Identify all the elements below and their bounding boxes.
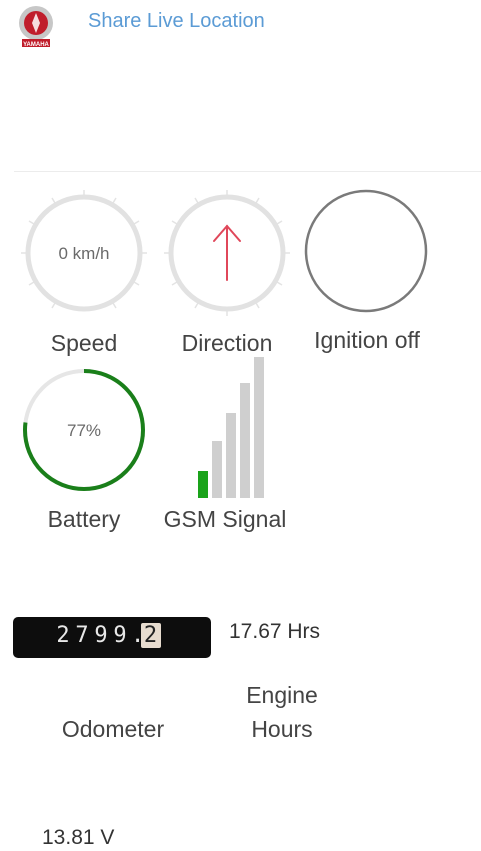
- engine-hours-label-line2: Hours: [251, 716, 313, 742]
- speed-value: 0 km/h: [58, 244, 109, 263]
- gsm-bar-1: [198, 471, 208, 498]
- gsm-signal-bars: [197, 355, 267, 500]
- yamaha-logo: YAMAHA: [14, 4, 58, 48]
- gsm-bar-5: [254, 357, 264, 498]
- odometer-digit: 2: [56, 623, 71, 648]
- ignition-label: Ignition off: [314, 327, 420, 353]
- divider: [14, 171, 481, 172]
- battery-gauge: 77%: [19, 366, 149, 496]
- odometer-display: 2 7 9 9 . 2: [13, 617, 211, 658]
- gsm-bar-3: [226, 413, 236, 498]
- odometer-digit: 9: [94, 623, 109, 648]
- ignition-indicator: [303, 188, 433, 318]
- gsm-bar-2: [212, 441, 222, 498]
- battery-label: Battery: [47, 506, 121, 532]
- odometer-digit: 9: [113, 623, 128, 648]
- odometer-label: Odometer: [61, 716, 165, 742]
- engine-hours-label-line1: Engine: [246, 682, 318, 708]
- gsm-signal-label: GSM Signal: [163, 506, 287, 532]
- speed-gauge: 0 km/h: [19, 188, 149, 318]
- odometer-decimal-digit: 2: [141, 623, 161, 648]
- speed-label: Speed: [50, 330, 118, 356]
- battery-value: 77%: [67, 421, 101, 440]
- odometer-decimal-point: .: [131, 623, 146, 648]
- gsm-bar-4: [240, 383, 250, 498]
- up-arrow-icon: [213, 224, 241, 281]
- odometer-digit: 7: [75, 623, 90, 648]
- voltage-value: 13.81 V: [42, 826, 115, 849]
- share-live-location-link[interactable]: Share Live Location: [88, 10, 265, 33]
- direction-label: Direction: [181, 330, 273, 356]
- engine-hours-value: 17.67 Hrs: [229, 620, 321, 643]
- direction-gauge: [162, 188, 292, 318]
- logo-text: YAMAHA: [23, 42, 49, 48]
